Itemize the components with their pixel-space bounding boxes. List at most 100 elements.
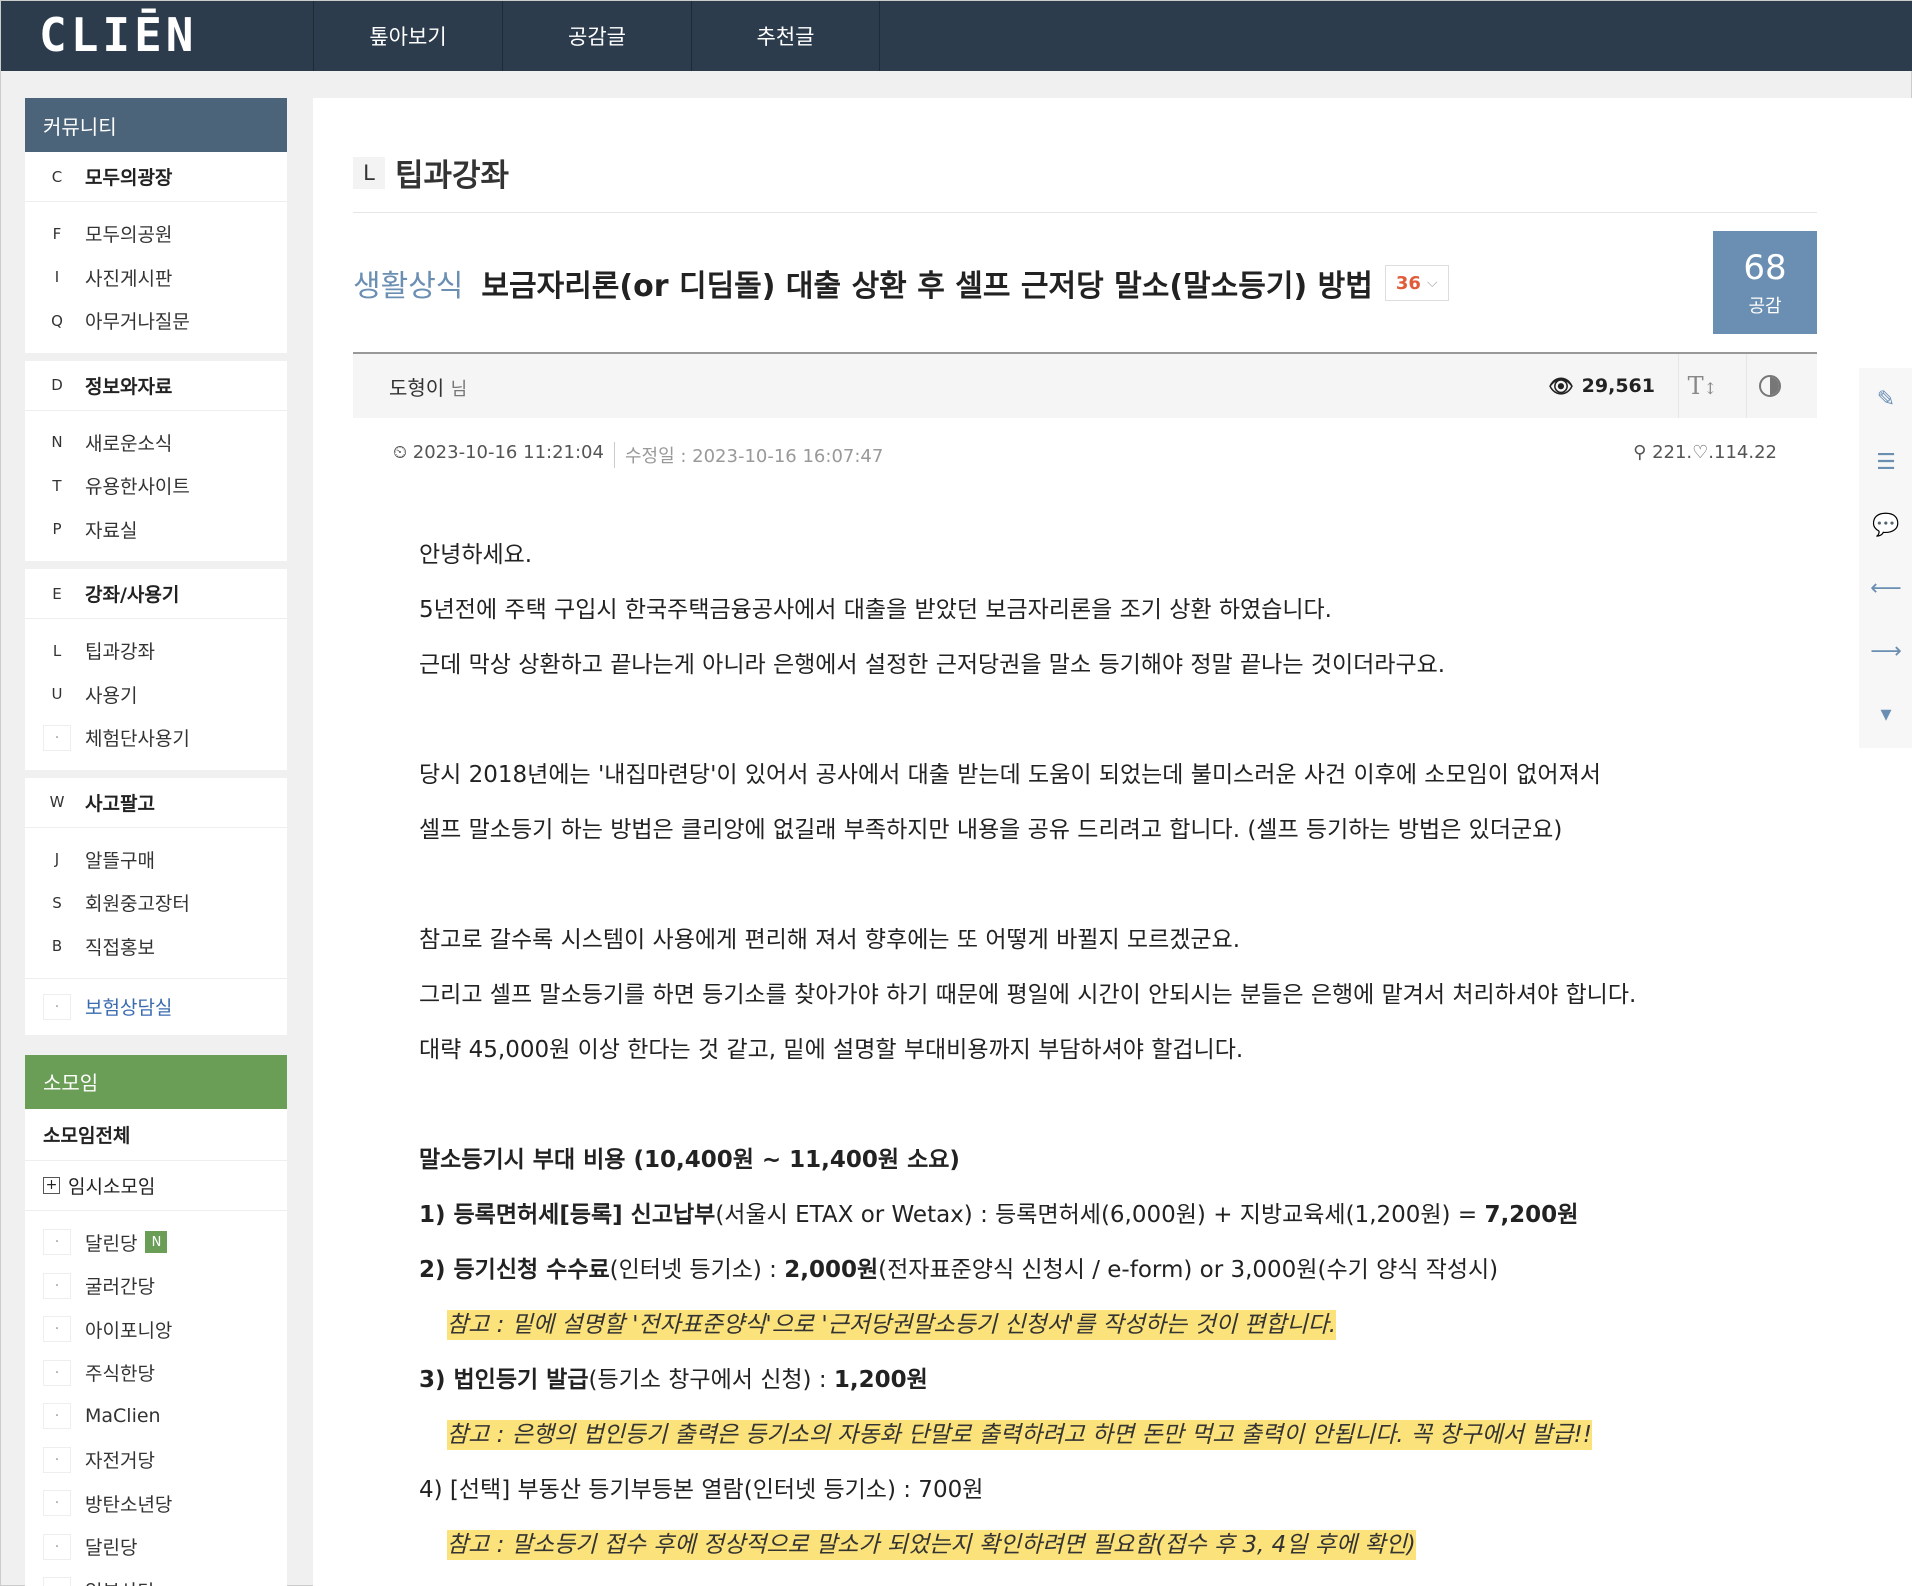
item-letter: L: [43, 637, 71, 664]
separator: [1746, 354, 1747, 418]
body-line: 셀프 말소등기 하는 방법은 클리앙에 없길래 부족하지만 내용을 공유 드리려…: [419, 817, 1563, 843]
board-title[interactable]: L 팁과강좌: [353, 150, 509, 195]
sidebar-subitems: J 알뜰구매 S 회원중고장터 B 직접홍보: [25, 827, 287, 979]
item-label: 체험단사용기: [85, 728, 190, 751]
sidebar-item[interactable]: I 사진게시판: [25, 256, 287, 300]
cost-title: 말소등기시 부대 비용 (10,400원 ~ 11,400원 소요): [419, 1147, 960, 1173]
post-title: 생활상식 보금자리론(or 디딤돌) 대출 상환 후 셀프 근저당 말소(말소등…: [353, 261, 1449, 305]
sidebar-subitems: N 새로운소식 T 유용한사이트 P 자료실: [25, 410, 287, 569]
sidebar-item[interactable]: T 유용한사이트: [25, 464, 287, 508]
sidebar-group: C 모두의광장 F 모두의공원 I 사진게시판 Q 아무거나질문 D 정보와자료 N 새로운…: [25, 152, 287, 1043]
sidebar-subitems: L 팁과강좌 U 사용기 · 체험단사용기: [25, 619, 287, 778]
item-label: 달린당: [85, 1537, 138, 1560]
font-size-icon[interactable]: T↕: [1688, 372, 1717, 400]
nav-recommend[interactable]: 추천글: [691, 1, 880, 71]
item-label: 달린당: [85, 1232, 138, 1255]
sidebar-category[interactable]: W 사고팔고: [25, 777, 287, 828]
item-label: 직접홍보: [85, 936, 155, 959]
item-letter: ·: [43, 1446, 71, 1473]
sidebar-item[interactable]: · MaClien: [25, 1395, 287, 1439]
item-label: 주식한당: [85, 1363, 155, 1386]
sidebar-category[interactable]: E 강좌/사용기: [25, 569, 287, 619]
item-label: 사진게시판: [85, 267, 173, 290]
comment-count: 36: [1395, 272, 1421, 294]
item-label: 팁과강좌: [85, 641, 155, 664]
sidebar-item[interactable]: Q 아무거나질문: [25, 299, 287, 343]
sidebar-item[interactable]: F 모두의공원: [25, 212, 287, 256]
list-icon[interactable]: ☰: [1859, 431, 1912, 494]
cost-item-label: 1) 등록면허세[등록] 신고납부: [419, 1202, 716, 1228]
sidebar-category[interactable]: D 정보와자료: [25, 360, 287, 411]
comment-icon[interactable]: 💬: [1859, 494, 1912, 557]
item-label: 임시소모임: [68, 1175, 156, 1198]
category-letter: W: [43, 789, 71, 815]
sidebar-item[interactable]: S 회원중고장터: [25, 881, 287, 925]
post-category[interactable]: 생활상식: [353, 261, 463, 305]
item-letter: N: [43, 429, 71, 456]
sidebar-item[interactable]: · 굴러간당: [25, 1264, 287, 1308]
cost-item-detail: (전자표준양식 신청시 / e-form) or 3,000원(수기 양식 작성…: [878, 1257, 1499, 1283]
caret-down-icon[interactable]: ▾: [1859, 683, 1912, 746]
sidebar-somoim-temp[interactable]: + 임시소모임: [25, 1160, 287, 1211]
author-name[interactable]: 도형이 님: [389, 372, 467, 401]
item-label: 자료실: [85, 519, 138, 542]
sidebar-somoim-all[interactable]: 소모임전체: [25, 1108, 287, 1161]
font-size-cursor: ↕: [1703, 379, 1717, 398]
pencil-icon[interactable]: ✎: [1859, 368, 1912, 431]
sidebar-item[interactable]: B 직접홍보: [25, 925, 287, 969]
item-label: 방탄소년당: [85, 1493, 173, 1516]
contrast-icon[interactable]: [1759, 375, 1781, 397]
sidebar-item[interactable]: L 팁과강좌: [25, 629, 287, 673]
item-label: MaClien: [85, 1405, 161, 1428]
arrow-right-icon[interactable]: ⟶: [1859, 620, 1912, 683]
item-letter: P: [43, 516, 71, 543]
post-body: 안녕하세요. 5년전에 주택 구입시 한국주택금융공사에서 대출을 받았던 보금…: [419, 528, 1719, 1573]
item-letter: ·: [43, 1229, 71, 1256]
view-count: 👁 29,561: [1548, 374, 1655, 398]
main-content: L 팁과강좌 생활상식 보금자리론(or 디딤돌) 대출 상환 후 셀프 근저당…: [313, 98, 1912, 1586]
sidebar-item-insurance[interactable]: · 보험상담실: [25, 985, 287, 1029]
sidebar-item[interactable]: N 새로운소식: [25, 421, 287, 465]
sidebar-item[interactable]: · 방탄소년당: [25, 1482, 287, 1526]
new-badge: N: [145, 1231, 168, 1254]
comment-count-button[interactable]: 36 ⌵: [1384, 265, 1449, 301]
sidebar-item[interactable]: J 알뜰구매: [25, 838, 287, 882]
item-label: 새로운소식: [85, 432, 173, 455]
category-letter: C: [43, 163, 71, 190]
nav-browse[interactable]: 톺아보기: [313, 1, 502, 71]
clien-logo[interactable]: CLIĒN: [39, 8, 239, 62]
sidebar-item[interactable]: · 달린당: [25, 1525, 287, 1569]
arrow-left-icon[interactable]: ⟵: [1859, 557, 1912, 620]
author-nick: 도형이: [389, 375, 445, 400]
cost-item-amount: 7,200원: [1484, 1202, 1579, 1228]
sidebar-item[interactable]: · 체험단사용기: [25, 716, 287, 760]
item-label: 회원중고장터: [85, 893, 190, 916]
item-letter: B: [43, 933, 71, 960]
cost-item-label: 2) 등기신청 수수료: [419, 1257, 610, 1283]
item-letter: Q: [43, 307, 71, 334]
body-line: 그리고 셀프 말소등기를 하면 등기소를 찾아가야 하기 때문에 평일에 시간이…: [419, 982, 1637, 1008]
sidebar-item[interactable]: · 주식한당: [25, 1351, 287, 1395]
highlight-note: 참고 : 밑에 설명할 '전자표준양식'으로 '근저당권말소등기 신청서'를 작…: [447, 1310, 1337, 1340]
sidebar-item[interactable]: · 달린당 N: [25, 1221, 287, 1265]
like-label: 공감: [1748, 295, 1782, 317]
sidebar-item[interactable]: · 아이포니앙: [25, 1308, 287, 1352]
expand-plus-icon[interactable]: +: [43, 1176, 60, 1194]
sidebar-item[interactable]: P 자료실: [25, 508, 287, 552]
like-count: 68: [1743, 247, 1787, 288]
author-suffix: 님: [450, 378, 468, 400]
sidebar-subitems: · 보험상담실: [25, 979, 287, 1043]
item-label: 아이포니앙: [85, 1319, 173, 1342]
like-button[interactable]: 68 공감: [1713, 231, 1817, 334]
location-pin-icon: ⚲: [1633, 442, 1647, 463]
item-label: 자전거당: [85, 1450, 155, 1473]
nav-empathy[interactable]: 공감글: [502, 1, 691, 71]
cost-item-4: 4) [선택] 부동산 등기부등본 열람(인터넷 등기소) : 700원: [419, 1477, 984, 1503]
sidebar-item[interactable]: · 일본산당: [25, 1569, 287, 1586]
sidebar-item[interactable]: U 사용기: [25, 673, 287, 717]
sidebar-item[interactable]: · 자전거당: [25, 1438, 287, 1482]
item-letter: U: [43, 681, 71, 708]
sidebar: 커뮤니티 C 모두의광장 F 모두의공원 I 사진게시판 Q 아무거나질문 D 정보와자료…: [25, 98, 287, 1586]
sidebar-category[interactable]: C 모두의광장: [25, 152, 287, 202]
